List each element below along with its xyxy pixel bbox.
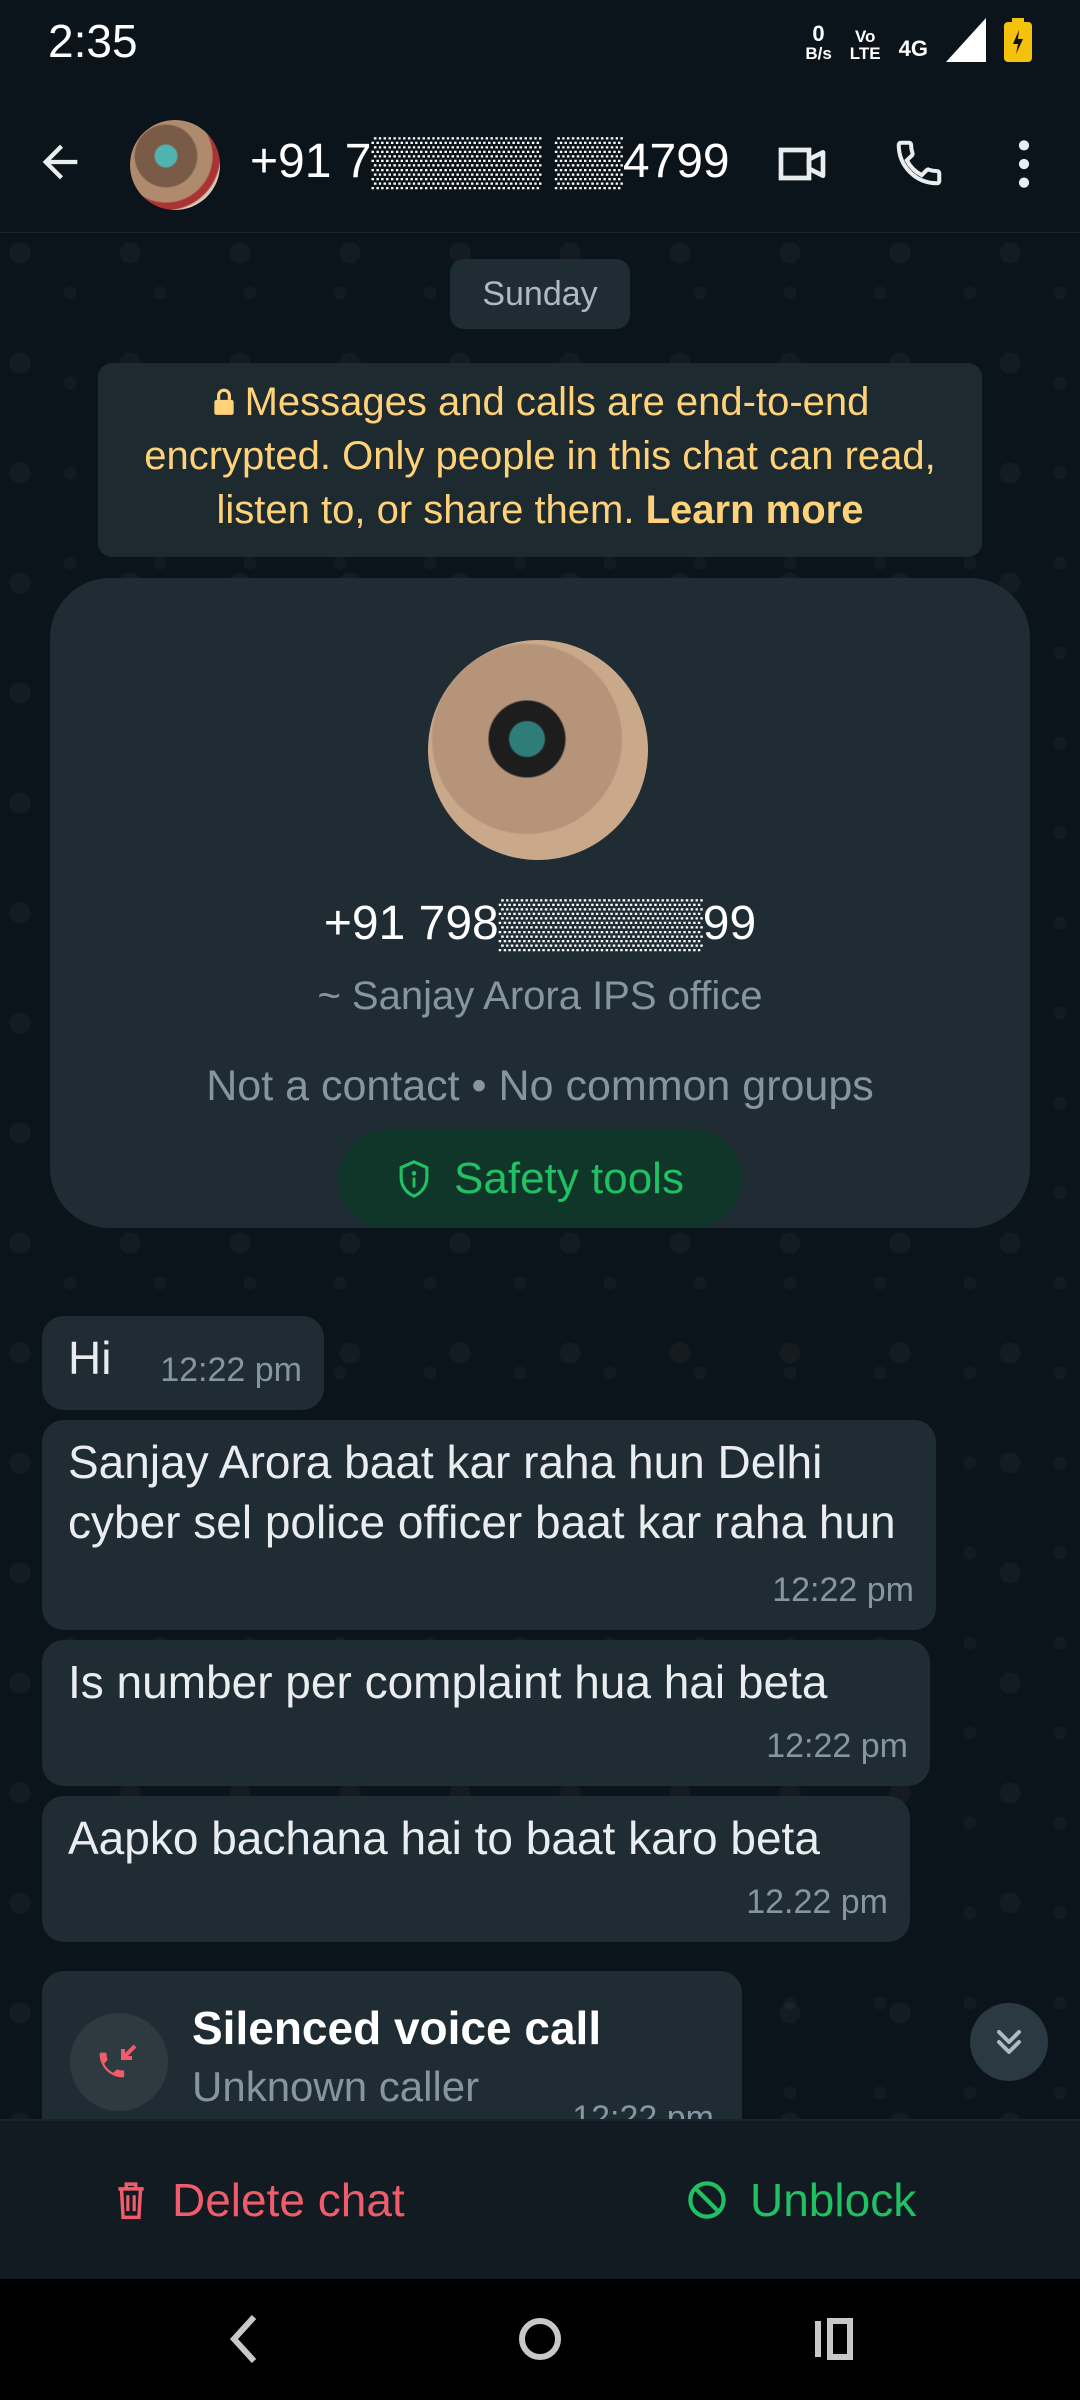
nav-recents-icon[interactable] [812, 2311, 856, 2367]
trash-icon [118, 2182, 144, 2220]
phone-icon[interactable] [892, 136, 946, 190]
contact-profile-card: +91 798▒▒▒▒▒▒99 ~ Sanjay Arora IPS offic… [50, 578, 1030, 1228]
contact-title[interactable]: +91 7▒▒▒▒▒ ▒▒4799 [250, 134, 730, 189]
lock-icon [213, 388, 234, 415]
signal-icon [946, 18, 986, 62]
message-bubble[interactable]: Sanjay Arora baat kar raha hun Delhi cyb… [42, 1420, 936, 1630]
scroll-to-bottom-button[interactable] [970, 2003, 1048, 2081]
blocked-actions-bar: Delete chat Unblock [0, 2119, 1080, 2281]
profile-push-name: ~ Sanjay Arora IPS office [317, 974, 763, 1018]
message-time: 12.22 pm [746, 1883, 888, 1921]
encryption-notice[interactable]: Messages and calls are end-to-end encryp… [98, 363, 982, 557]
delete-chat-label: Delete chat [172, 2174, 405, 2226]
learn-more-link[interactable]: Learn more [646, 488, 864, 532]
nav-home-icon[interactable] [518, 2311, 562, 2367]
volte-top: Vo [854, 27, 876, 46]
call-subtitle: Unknown caller [192, 2063, 480, 2110]
contact-info: Not a contact • No common groups [206, 1062, 874, 1110]
message-text: Aapko bachana hai to baat karo beta [68, 1812, 820, 1864]
status-icons: 0 B/s Vo LTE 4G [805, 18, 1032, 62]
arrow-left-icon[interactable] [34, 136, 86, 188]
more-vert-icon[interactable] [1006, 136, 1042, 192]
shield-icon [399, 1160, 429, 1198]
date-divider: Sunday [450, 259, 630, 329]
call-time: 12:22 pm [572, 2099, 714, 2119]
unblock-button[interactable]: Unblock [686, 2173, 916, 2227]
message-text: Is number per complaint hua hai beta [68, 1656, 828, 1708]
safety-tools-label: Safety tools [454, 1154, 684, 1203]
call-icon-wrap [70, 2013, 168, 2111]
status-bar: 2:35 0 B/s Vo LTE 4G [0, 0, 1080, 96]
message-time: 12:22 pm [160, 1351, 302, 1389]
profile-avatar[interactable] [428, 640, 648, 860]
contact-avatar[interactable] [130, 120, 220, 210]
net-speed-value: 0 [812, 21, 825, 46]
nav-back-icon[interactable] [224, 2311, 264, 2367]
message-text: Sanjay Arora baat kar raha hun Delhi cyb… [68, 1436, 896, 1548]
safety-tools-button[interactable]: Safety tools [338, 1130, 742, 1228]
double-chevron-down-icon [997, 2030, 1021, 2054]
volte-bottom: LTE [849, 44, 881, 63]
profile-phone: +91 798▒▒▒▒▒▒99 [323, 897, 757, 950]
network-type: 4G [898, 36, 928, 61]
status-time: 2:35 [48, 15, 138, 67]
unblock-label: Unblock [750, 2174, 917, 2226]
volte-indicator: Vo LTE [850, 28, 881, 62]
chat-header: +91 7▒▒▒▒▒ ▒▒4799 [0, 96, 1080, 234]
message-bubble[interactable]: Hi 12:22 pm [42, 1316, 324, 1410]
call-title: Silenced voice call [192, 2002, 602, 2054]
missed-call-icon [99, 2044, 137, 2078]
delete-chat-button[interactable]: Delete chat [112, 2173, 405, 2227]
call-log-bubble[interactable]: Silenced voice call Unknown caller 12:22… [42, 1971, 742, 2119]
block-icon [688, 2181, 726, 2219]
net-speed-unit: B/s [805, 44, 832, 63]
message-time: 12:22 pm [766, 1727, 908, 1765]
video-call-icon[interactable] [772, 136, 832, 192]
message-time: 12:22 pm [772, 1571, 914, 1609]
system-nav-bar [0, 2279, 1080, 2400]
battery-icon [1004, 18, 1032, 62]
chat-area[interactable]: Sunday Messages and calls are end-to-end… [0, 233, 1080, 2119]
message-bubble[interactable]: Is number per complaint hua hai beta 12:… [42, 1640, 930, 1786]
message-bubble[interactable]: Aapko bachana hai to baat karo beta 12.2… [42, 1796, 910, 1942]
net-speed-indicator: 0 B/s [805, 21, 832, 63]
